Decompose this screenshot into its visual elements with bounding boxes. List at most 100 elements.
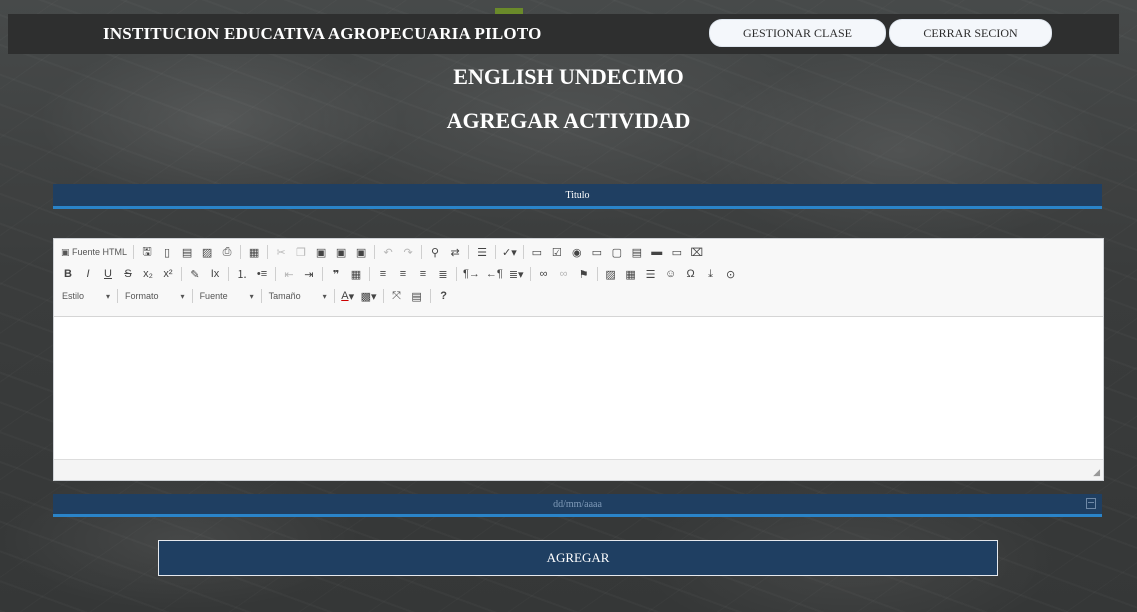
separator [369, 267, 370, 281]
cerrar-sesion-button[interactable]: CERRAR SECION [889, 19, 1052, 47]
editor-toolbar: ▣ Fuente HTML 🖫 ▯ ▤ ▨ ⎙ ▦ ✂ ❐ ▣ ▣ ▣ ↶ ↷ … [54, 239, 1103, 317]
page-title: AGREGAR ACTIVIDAD [446, 108, 691, 133]
chevron-down-icon: ▾ [180, 291, 185, 301]
blockquote-icon[interactable]: ❞ [326, 266, 346, 282]
gestionar-clase-button[interactable]: GESTIONAR CLASE [709, 19, 886, 47]
subscript-button[interactable]: x₂ [138, 266, 158, 282]
paste-word-icon[interactable]: ▣ [351, 244, 371, 260]
ltr-icon[interactable]: ¶→ [460, 266, 483, 282]
maximize-icon[interactable]: ⤧ [387, 288, 407, 304]
special-char-button[interactable]: Ω [681, 266, 701, 282]
checkbox-icon[interactable]: ☑ [547, 244, 567, 260]
style-dropdown[interactable]: Estilo ▾ [58, 288, 114, 304]
title-input[interactable]: Titulo [53, 184, 1102, 209]
new-page-icon[interactable]: ▯ [157, 244, 177, 260]
link-icon[interactable]: ∞ [534, 266, 554, 282]
size-dropdown[interactable]: Tamaño ▾ [265, 288, 331, 304]
separator [495, 245, 497, 259]
background-color-icon[interactable]: ▩▾ [358, 288, 380, 304]
select-all-icon[interactable]: ☰ [472, 244, 492, 260]
print-icon[interactable]: ⎙ [217, 244, 237, 260]
resize-handle-icon[interactable]: ◢ [1093, 467, 1100, 478]
show-blocks-icon[interactable]: ▤ [407, 288, 427, 304]
page-break-icon[interactable]: ⤓ [701, 266, 721, 282]
toolbar-row-1: ▣ Fuente HTML 🖫 ▯ ▤ ▨ ⎙ ▦ ✂ ❐ ▣ ▣ ▣ ↶ ↷ … [58, 243, 707, 261]
chevron-down-icon: ▾ [106, 291, 111, 301]
school-name: INSTITUCION EDUCATIVA AGROPECUARIA PILOT… [103, 24, 542, 43]
find-icon[interactable]: ⚲ [425, 244, 445, 260]
green-tab-accent [495, 8, 523, 14]
save-icon[interactable]: 🖫 [137, 244, 157, 260]
redo-icon[interactable]: ↷ [398, 244, 418, 260]
copy-icon[interactable]: ❐ [291, 244, 311, 260]
agregar-button[interactable]: AGREGAR [158, 540, 998, 576]
language-icon[interactable]: ≣▾ [506, 266, 527, 282]
bulleted-list-icon[interactable]: •≡ [252, 266, 272, 282]
paste-icon[interactable]: ▣ [311, 244, 331, 260]
hidden-field-icon[interactable]: ⌧ [687, 244, 707, 260]
separator [382, 289, 384, 303]
separator [596, 267, 598, 281]
horizontal-line-icon[interactable]: ☰ [641, 266, 661, 282]
font-dropdown[interactable]: Fuente ▾ [196, 288, 258, 304]
format-dropdown[interactable]: Formato ▾ [121, 288, 189, 304]
align-center-icon[interactable]: ≡ [393, 266, 413, 282]
templates-icon[interactable]: ▤ [177, 244, 197, 260]
cut-icon[interactable]: ✂ [271, 244, 291, 260]
help-button[interactable]: ? [434, 288, 454, 304]
div-icon[interactable]: ▦ [346, 266, 366, 282]
unlink-icon[interactable]: ∞ [554, 266, 574, 282]
select-icon[interactable]: ▤ [627, 244, 647, 260]
preview-icon[interactable]: ▨ [197, 244, 217, 260]
button-icon[interactable]: ▬ [647, 244, 667, 260]
text-color-icon[interactable]: A ▾ [338, 288, 358, 304]
bold-button[interactable]: B [58, 266, 78, 282]
image-button-icon[interactable]: ▭ [667, 244, 687, 260]
strikethrough-button[interactable]: S [118, 266, 138, 282]
separator [429, 289, 431, 303]
align-left-icon[interactable]: ≡ [373, 266, 393, 282]
remove-format-icon[interactable]: Ix [205, 266, 225, 282]
rich-text-editor: ▣ Fuente HTML 🖫 ▯ ▤ ▨ ⎙ ▦ ✂ ❐ ▣ ▣ ▣ ↶ ↷ … [53, 238, 1104, 481]
separator [228, 267, 229, 281]
separator [240, 245, 242, 259]
outdent-icon[interactable]: ⇤ [279, 266, 299, 282]
italic-button[interactable]: I [78, 266, 98, 282]
justify-icon[interactable]: ≣ [433, 266, 453, 282]
rtl-icon[interactable]: ←¶ [483, 266, 506, 282]
toolbar-row-2: B I U S x₂ x² ✎ Ix ⒈ •≡ ⇤ ⇥ ❞ ▦ ≡ ≡ ≡ ≣ … [58, 265, 741, 283]
replace-icon[interactable]: ⇄ [445, 244, 465, 260]
source-html-button[interactable]: ▣ Fuente HTML [58, 244, 130, 260]
image-icon[interactable]: ▨ [601, 266, 621, 282]
chevron-down-icon: ▾ [322, 291, 327, 301]
separator [456, 267, 457, 281]
anchor-icon[interactable]: ⚑ [574, 266, 594, 282]
editor-content-area[interactable] [54, 317, 1103, 459]
textfield-icon[interactable]: ▭ [587, 244, 607, 260]
form-icon[interactable]: ▭ [527, 244, 547, 260]
paste-template-icon[interactable]: ▦ [244, 244, 264, 260]
iframe-icon[interactable]: ⊙ [721, 266, 741, 282]
date-input[interactable]: dd/mm/aaaa [53, 494, 1102, 517]
superscript-button[interactable]: x² [158, 266, 178, 282]
separator [322, 267, 323, 281]
numbered-list-icon[interactable]: ⒈ [232, 266, 252, 282]
source-icon: ▣ [61, 246, 73, 257]
spellcheck-icon[interactable]: ✓▾ [499, 244, 520, 260]
indent-icon[interactable]: ⇥ [299, 266, 319, 282]
chevron-down-icon: ▾ [249, 291, 254, 301]
underline-button[interactable]: U [98, 266, 118, 282]
smiley-icon[interactable]: ☺ [661, 266, 681, 282]
separator [191, 289, 193, 303]
paste-text-icon[interactable]: ▣ [331, 244, 351, 260]
separator [468, 245, 470, 259]
table-icon[interactable]: ▦ [621, 266, 641, 282]
separator [333, 289, 335, 303]
align-right-icon[interactable]: ≡ [413, 266, 433, 282]
copy-format-icon[interactable]: ✎ [185, 266, 205, 282]
textarea-icon[interactable]: ▢ [607, 244, 627, 260]
separator [181, 267, 182, 281]
radio-icon[interactable]: ◉ [567, 244, 587, 260]
top-navigation-bar: INSTITUCION EDUCATIVA AGROPECUARIA PILOT… [8, 8, 1119, 54]
undo-icon[interactable]: ↶ [378, 244, 398, 260]
